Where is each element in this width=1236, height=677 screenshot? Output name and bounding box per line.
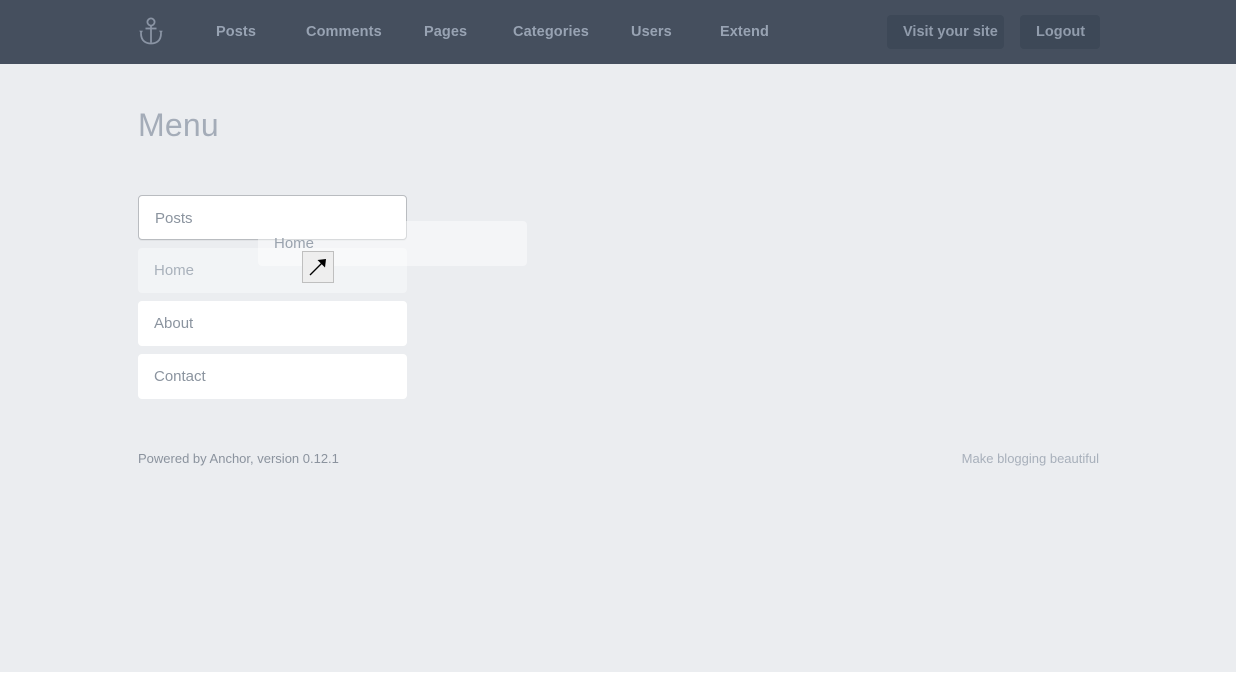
app-page: Posts Comments Pages Categories Users Ex… [0, 0, 1236, 672]
menu-item-home-placeholder[interactable]: Home [138, 248, 407, 293]
menu-item-label: Contact [154, 368, 206, 385]
footer-version-text: Powered by Anchor, version 0.12.1 [138, 451, 339, 466]
nav-link-comments[interactable]: Comments [306, 0, 382, 64]
footer-tagline: Make blogging beautiful [961, 451, 1099, 466]
nav-link-posts[interactable]: Posts [216, 0, 256, 64]
menu-item-label: About [154, 315, 194, 332]
menu-item-about[interactable]: About [138, 301, 407, 346]
nav-link-users[interactable]: Users [631, 0, 672, 64]
menu-item-label: Home [154, 262, 195, 279]
nav-link-categories[interactable]: Categories [513, 0, 589, 64]
main-content: Menu Posts Home About Contact Home Power… [0, 64, 1236, 672]
menu-item-posts[interactable]: Posts [138, 195, 407, 240]
menu-item-list: Posts Home About Contact [138, 195, 407, 407]
top-navbar: Posts Comments Pages Categories Users Ex… [0, 0, 1236, 64]
menu-item-contact[interactable]: Contact [138, 354, 407, 399]
nav-link-pages[interactable]: Pages [424, 0, 467, 64]
anchor-icon[interactable] [137, 14, 165, 50]
visit-your-site-button[interactable]: Visit your site [887, 15, 1004, 49]
page-title: Menu [138, 107, 219, 143]
logout-button[interactable]: Logout [1020, 15, 1100, 49]
menu-item-label: Posts [155, 210, 193, 227]
nav-link-extend[interactable]: Extend [720, 0, 769, 64]
navbar-inner: Posts Comments Pages Categories Users Ex… [0, 0, 1236, 64]
